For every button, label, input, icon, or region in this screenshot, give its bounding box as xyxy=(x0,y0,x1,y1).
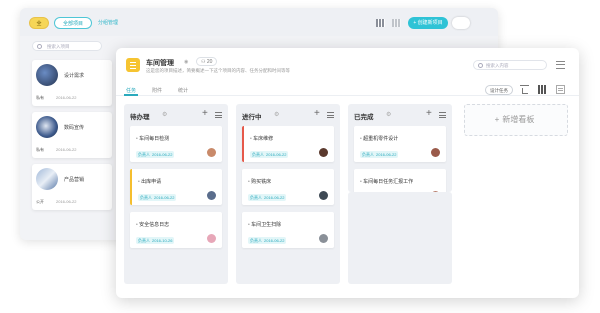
task-title: 超重机零件设计 xyxy=(360,135,398,142)
project-board-window: 车间管理 ◉ ⚇ 20 这是您的项目描述，简要概述一下这个项目的内容、任务分配和… xyxy=(116,48,579,298)
content-search-input[interactable]: 搜索入内容 xyxy=(473,60,547,70)
eye-icon[interactable]: ◉ xyxy=(184,59,188,65)
gear-icon[interactable]: ⚙ xyxy=(386,111,391,118)
avatar[interactable] xyxy=(319,234,328,243)
menu-icon[interactable] xyxy=(556,61,565,69)
task-title: 车间卫生扫除 xyxy=(248,221,281,228)
project-card-title: 数码宣传 xyxy=(64,125,85,131)
search-icon xyxy=(478,63,483,68)
project-card-date: 2016-06-22 xyxy=(56,95,77,100)
add-task-button[interactable]: + xyxy=(314,108,320,119)
project-description: 这是您的项目描述，简要概述一下这个项目的内容、任务分配和时间等等 xyxy=(146,68,290,73)
people-icon: ⚇ xyxy=(201,59,206,65)
avatar[interactable] xyxy=(319,191,328,200)
create-project-button[interactable]: + 创建新项目 xyxy=(408,17,448,29)
tab-tasks[interactable]: 任务 xyxy=(126,87,136,94)
list-view-icon[interactable] xyxy=(392,19,401,27)
project-card[interactable]: 设计需求 私有 2016-06-22 xyxy=(32,60,112,106)
grid-view-icon[interactable] xyxy=(376,19,385,27)
task-card[interactable]: 车间每日检测 负责人2016-06-22 xyxy=(130,126,222,162)
kanban-column-done: 已完成 ⚙ + 超重机零件设计 负责人2016-06-22 车间每日任务汇报工作… xyxy=(348,104,452,205)
gear-icon[interactable]: ⚙ xyxy=(162,111,167,118)
task-due-badge: 负责人2016-06-22 xyxy=(360,151,399,158)
member-count: 20 xyxy=(206,59,213,65)
avatar[interactable] xyxy=(207,148,216,157)
board-view-icon[interactable] xyxy=(538,85,547,94)
column-menu-icon[interactable] xyxy=(327,112,334,118)
avatar[interactable] xyxy=(207,191,216,200)
add-task-button[interactable]: + xyxy=(202,108,208,119)
project-card[interactable]: 数码宣传 私有 2016-06-22 xyxy=(32,112,112,158)
kanban-column-in-progress: 进行中 ⚙ + 车床维修 负责人2016-06-22 购买铣床 负责人2016-… xyxy=(236,104,340,284)
column-title: 待办理 xyxy=(130,114,150,121)
project-card-visibility: 公开 xyxy=(36,199,44,204)
add-board-button[interactable]: + 新增看板 xyxy=(464,104,568,136)
add-board-label: 新增看板 xyxy=(502,115,535,124)
tab-divider xyxy=(116,95,579,96)
page-title: 车间管理 xyxy=(146,60,174,67)
task-settings-button[interactable]: 设计任务 xyxy=(485,85,513,95)
column-menu-icon[interactable] xyxy=(439,112,446,118)
project-card-date: 2016-06-22 xyxy=(56,147,77,152)
task-title: 车间每日任务汇报工作 xyxy=(360,178,413,185)
task-due-badge: 负责人2016-06-22 xyxy=(136,151,175,158)
task-due-badge: 负责人 2016-10-26 xyxy=(136,237,175,244)
all-projects-pill[interactable]: 全部项目 xyxy=(54,17,92,29)
tab-statistics[interactable]: 统计 xyxy=(178,87,188,94)
active-tab-indicator xyxy=(124,94,138,96)
avatar[interactable] xyxy=(431,148,440,157)
column-title: 进行中 xyxy=(242,114,262,121)
project-card-visibility: 私有 xyxy=(36,147,44,152)
task-card[interactable]: 购买铣床 负责人2016-06-22 xyxy=(242,169,334,205)
task-title: 车床维修 xyxy=(250,135,273,142)
project-thumbnail xyxy=(36,168,58,190)
toggle-switch[interactable] xyxy=(452,17,470,29)
project-search-placeholder: 搜索入项目 xyxy=(47,44,70,49)
content-search-placeholder: 搜索入内容 xyxy=(486,63,509,68)
project-card-title: 产品营销 xyxy=(64,177,85,183)
kanban-column-done-body xyxy=(348,192,452,284)
task-card[interactable]: 超重机零件设计 负责人2016-06-22 xyxy=(354,126,446,162)
project-card-date: 2016-06-22 xyxy=(56,199,77,204)
kanban-column-todo: 待办理 ⚙ + 车间每日检测 负责人2016-06-22 出库申请 负责人201… xyxy=(124,104,228,284)
project-search-input[interactable]: 搜索入项目 xyxy=(32,41,102,51)
gear-icon[interactable]: ⚙ xyxy=(274,111,279,118)
task-card[interactable]: 车床维修 负责人2016-06-22 xyxy=(242,126,334,162)
member-count-badge[interactable]: ⚇ 20 xyxy=(196,57,218,66)
task-title: 购买铣床 xyxy=(248,178,271,185)
avatar[interactable] xyxy=(319,148,328,157)
filter-pill-all[interactable]: 全 xyxy=(29,17,49,29)
column-menu-icon[interactable] xyxy=(215,112,222,118)
search-icon xyxy=(37,44,42,49)
column-title: 已完成 xyxy=(354,114,374,121)
task-title: 安全信息日志 xyxy=(136,221,169,228)
project-thumbnail xyxy=(36,116,58,138)
task-title: 车间每日检测 xyxy=(136,135,169,142)
task-due-badge: 负责人2016-06-22 xyxy=(248,237,287,244)
project-card-title: 设计需求 xyxy=(64,73,85,79)
task-due-badge: 负责人2016-06-22 xyxy=(250,151,289,158)
task-card[interactable]: 出库申请 负责人2016-06-22 xyxy=(130,169,222,205)
tab-attachments[interactable]: 附件 xyxy=(152,87,162,94)
list-view-icon[interactable] xyxy=(556,85,565,94)
task-due-badge: 负责人2016-06-22 xyxy=(248,194,287,201)
project-thumbnail xyxy=(36,64,58,86)
task-card[interactable]: 安全信息日志 负责人2016-10-26 xyxy=(130,212,222,248)
project-card[interactable]: 产品营销 公开 2016-06-22 xyxy=(32,164,112,210)
filter-icon[interactable] xyxy=(520,85,529,94)
add-task-button[interactable]: + xyxy=(426,108,432,119)
document-icon xyxy=(126,58,140,72)
avatar[interactable] xyxy=(207,234,216,243)
group-management-link[interactable]: 分组管理 xyxy=(98,17,118,29)
plus-icon: + xyxy=(494,115,500,124)
task-title: 出库申请 xyxy=(138,178,161,185)
project-card-visibility: 私有 xyxy=(36,95,44,100)
task-due-badge: 负责人2016-06-22 xyxy=(138,194,177,201)
task-card[interactable]: 车间卫生扫除 负责人2016-06-22 xyxy=(242,212,334,248)
